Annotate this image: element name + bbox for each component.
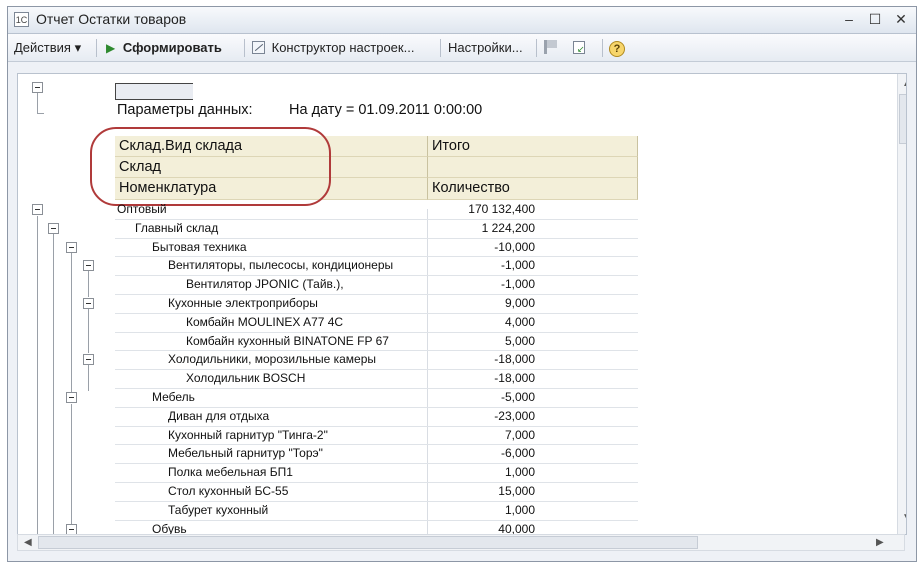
row-label[interactable]: Комбайн MOULINEX A77 4C	[186, 313, 343, 331]
highlight-oval	[90, 127, 331, 206]
collapse-group-icon[interactable]	[32, 204, 43, 215]
collapse-params-icon[interactable]	[32, 82, 43, 93]
tree-line	[88, 365, 89, 391]
row-value[interactable]: -5,000	[428, 388, 538, 406]
collapse-group-icon[interactable]	[83, 298, 94, 309]
gray-flag-icon[interactable]	[544, 39, 557, 57]
scroll-left-icon[interactable]: ◀	[24, 537, 32, 548]
tree-line	[88, 271, 89, 297]
collapse-group-icon[interactable]	[66, 392, 77, 403]
row-value[interactable]: 4,000	[428, 313, 538, 331]
params-value: На дату = 01.09.2011 0:00:00	[289, 102, 483, 118]
toolbar-separator	[96, 39, 97, 57]
tree-line	[37, 93, 38, 113]
row-value[interactable]: 170 132,400	[428, 200, 538, 218]
row-label[interactable]: Обувь	[152, 520, 187, 534]
row-value[interactable]: -6,000	[428, 444, 538, 462]
params-label: Параметры данных:	[117, 102, 253, 118]
toolbar-separator	[602, 39, 603, 57]
row-value[interactable]: -18,000	[428, 369, 538, 387]
settings-button[interactable]: Настройки...	[448, 39, 523, 57]
row-label[interactable]: Главный склад	[135, 219, 218, 237]
export-icon[interactable]: ↙	[573, 39, 585, 57]
toolbar-separator	[244, 39, 245, 57]
maximize-icon[interactable]: ☐	[866, 11, 884, 28]
app-icon: 1С	[14, 12, 29, 27]
row-value[interactable]: 1 224,200	[428, 219, 538, 237]
vertical-scroll-thumb[interactable]	[899, 94, 906, 144]
collapse-group-icon[interactable]	[83, 260, 94, 272]
play-icon: ▶	[106, 41, 116, 55]
horizontal-scrollbar[interactable]: ◀ ▶	[17, 534, 905, 551]
constructor-label: Конструктор настроек...	[271, 40, 415, 55]
row-label[interactable]: Холодильник BOSCH	[186, 369, 305, 387]
row-value[interactable]: 7,000	[428, 426, 538, 444]
scroll-down-icon[interactable]: ▼	[902, 512, 906, 523]
scroll-right-icon[interactable]: ▶	[876, 537, 884, 548]
collapse-group-icon[interactable]	[83, 354, 94, 366]
row-label[interactable]: Кухонные электроприборы	[168, 294, 318, 312]
tree-line	[37, 113, 44, 114]
row-label[interactable]: Холодильники, морозильные камеры	[168, 350, 376, 368]
row-value[interactable]: 1,000	[428, 463, 538, 481]
toolbar: Действия ▾ ▶ Сформировать Конструктор на…	[8, 34, 916, 62]
row-label[interactable]: Полка мебельная БП1	[168, 463, 293, 481]
close-icon[interactable]: ✕	[892, 11, 910, 28]
row-value[interactable]: -1,000	[428, 275, 538, 293]
toolbar-separator	[536, 39, 537, 57]
generate-button[interactable]: ▶ Сформировать	[106, 39, 222, 57]
title-bar: 1С Отчет Остатки товаров – ☐ ✕	[8, 7, 916, 34]
tree-line	[71, 404, 72, 534]
vertical-scrollbar[interactable]: ▲ ▼	[897, 74, 906, 534]
header-total-blank	[428, 157, 638, 178]
row-value[interactable]: 5,000	[428, 332, 538, 350]
row-value[interactable]: -18,000	[428, 350, 538, 368]
generate-label: Сформировать	[122, 40, 222, 55]
row-value[interactable]: 1,000	[428, 501, 538, 519]
row-value[interactable]: 40,000	[428, 520, 538, 534]
scroll-up-icon[interactable]: ▲	[902, 78, 906, 89]
row-value[interactable]: -23,000	[428, 407, 538, 425]
report-window: 1С Отчет Остатки товаров – ☐ ✕ Действия …	[7, 6, 917, 562]
header-quantity: Количество	[428, 178, 638, 200]
collapse-group-icon[interactable]	[66, 523, 77, 534]
selected-cell[interactable]	[115, 83, 193, 100]
row-label[interactable]: Вентилятор JPONIC (Тайв.),	[186, 275, 344, 293]
row-value[interactable]: 15,000	[428, 482, 538, 500]
tree-line	[37, 216, 38, 534]
report-area[interactable]: Параметры данных: На дату = 01.09.2011 0…	[17, 73, 907, 535]
help-icon[interactable]: ?	[609, 39, 625, 57]
row-label[interactable]: Кухонный гарнитур "Тинга-2"	[168, 426, 328, 444]
row-label[interactable]: Диван для отдыха	[168, 407, 269, 425]
row-label[interactable]: Мебель	[152, 388, 195, 406]
collapse-group-icon[interactable]	[48, 222, 59, 234]
row-value[interactable]: 9,000	[428, 294, 538, 312]
row-label[interactable]: Комбайн кухонный BINATONE FP 67	[186, 332, 389, 350]
row-label[interactable]: Оптовый	[117, 200, 167, 218]
header-total: Итого	[428, 136, 638, 157]
row-label[interactable]: Мебельный гарнитур "Торэ"	[168, 444, 323, 462]
row-separator	[115, 519, 638, 521]
collapse-group-icon[interactable]	[66, 241, 77, 253]
toolbar-separator	[440, 39, 441, 57]
constructor-button[interactable]: Конструктор настроек...	[252, 39, 414, 57]
constructor-icon	[252, 41, 265, 54]
tree-line	[88, 309, 89, 353]
row-label[interactable]: Бытовая техника	[152, 238, 247, 256]
actions-menu-button[interactable]: Действия ▾	[14, 39, 81, 57]
window-title: Отчет Остатки товаров	[36, 11, 187, 27]
row-label[interactable]: Табурет кухонный	[168, 501, 268, 519]
row-label[interactable]: Вентиляторы, пылесосы, кондиционеры	[168, 256, 393, 274]
horizontal-scroll-thumb[interactable]	[38, 536, 698, 549]
row-value[interactable]: -1,000	[428, 256, 538, 274]
row-value[interactable]: -10,000	[428, 238, 538, 256]
tree-line	[71, 253, 72, 396]
minimize-icon[interactable]: –	[840, 11, 858, 28]
tree-line	[53, 234, 54, 534]
row-label[interactable]: Стол кухонный БС-55	[168, 482, 288, 500]
